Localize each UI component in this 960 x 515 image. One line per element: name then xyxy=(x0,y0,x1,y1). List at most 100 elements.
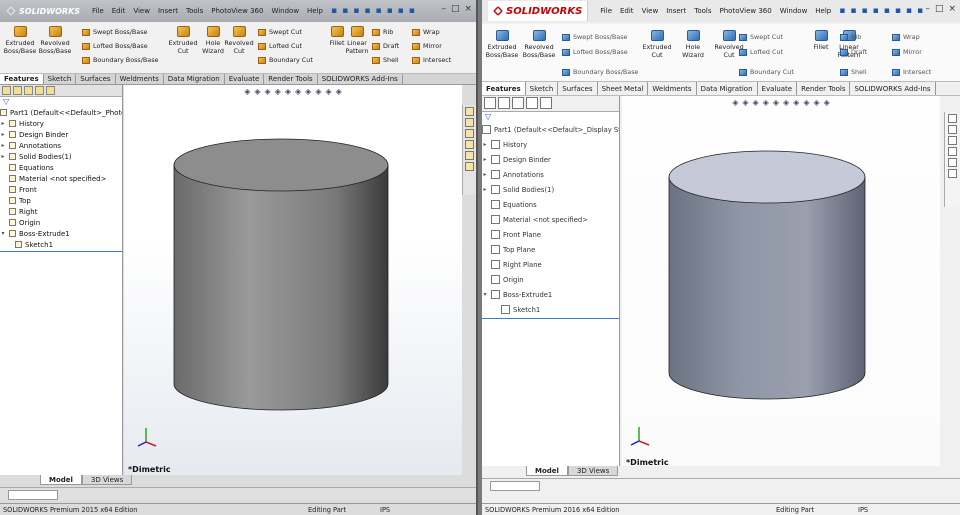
tab-evaluate[interactable]: Evaluate xyxy=(225,74,265,84)
tree-item-annotations[interactable]: ▸ Annotations xyxy=(0,140,122,151)
expand-icon[interactable]: ▸ xyxy=(0,120,6,127)
menu-help[interactable]: Help xyxy=(307,7,323,15)
ribbon-swept-boss-base-button[interactable]: Swept Boss/Base xyxy=(82,28,147,36)
ribbon-extruded-boss-base-button[interactable]: Extruded Boss/Base xyxy=(3,26,37,55)
file-explorer-icon[interactable] xyxy=(948,136,957,145)
tab-solidworks-add-ins[interactable]: SOLIDWORKS Add-Ins xyxy=(318,74,403,84)
ribbon-revolved-boss-base-button[interactable]: Revolved Boss/Base xyxy=(522,30,556,59)
tab-evaluate[interactable]: Evaluate xyxy=(758,82,798,95)
expand-icon[interactable]: ▸ xyxy=(482,186,488,193)
tree-item-front-plane[interactable]: Front Plane xyxy=(482,227,619,242)
dimxpert-icon[interactable] xyxy=(526,97,538,109)
menu-edit[interactable]: Edit xyxy=(620,7,634,15)
ribbon-extruded-cut-button[interactable]: Extruded Cut xyxy=(166,26,200,55)
custom-properties-icon[interactable] xyxy=(948,169,957,178)
select-icon[interactable]: ▪ xyxy=(895,6,901,16)
cylinder-top-face[interactable] xyxy=(173,138,389,192)
ribbon-linear-pattern-button[interactable]: Linear Pattern xyxy=(340,26,374,55)
tab-render-tools[interactable]: Render Tools xyxy=(797,82,851,95)
maximize-icon[interactable]: □ xyxy=(451,4,460,14)
tree-item-material[interactable]: Material <not specified> xyxy=(482,212,619,227)
appearances-icon[interactable] xyxy=(948,158,957,167)
tab-sketch[interactable]: Sketch xyxy=(526,82,559,95)
file-explorer-icon[interactable] xyxy=(465,129,474,138)
ribbon-mirror-button[interactable]: Mirror xyxy=(892,48,922,56)
rollback-bar[interactable] xyxy=(482,318,619,319)
ribbon-intersect-button[interactable]: Intersect xyxy=(412,56,451,64)
rollback-bar[interactable] xyxy=(0,251,122,252)
ribbon-lofted-cut-button[interactable]: Lofted Cut xyxy=(739,48,783,56)
tab-sheet-metal[interactable]: Sheet Metal xyxy=(598,82,649,95)
ribbon-extruded-cut-button[interactable]: Extruded Cut xyxy=(640,30,674,59)
filter-icon[interactable]: ▽ xyxy=(482,112,619,122)
open-icon[interactable]: ▪ xyxy=(850,6,856,16)
tab-render-tools[interactable]: Render Tools xyxy=(264,74,318,84)
dimxpert-icon[interactable] xyxy=(35,86,44,95)
new-icon[interactable]: ▪ xyxy=(331,6,337,16)
tab-weldments[interactable]: Weldments xyxy=(116,74,164,84)
options-icon[interactable]: ▪ xyxy=(917,6,923,16)
design-library-icon[interactable] xyxy=(465,118,474,127)
menu-photoview-360[interactable]: PhotoView 360 xyxy=(720,7,772,15)
menu-insert[interactable]: Insert xyxy=(158,7,178,15)
tree-item-design-binder[interactable]: ▸ Design Binder xyxy=(0,129,122,140)
ribbon-swept-boss-base-button[interactable]: Swept Boss/Base xyxy=(562,33,627,41)
close-icon[interactable]: × xyxy=(948,4,956,14)
tree-item-boss-extrude1[interactable]: ▾ Boss-Extrude1 xyxy=(0,228,122,239)
menu-view[interactable]: View xyxy=(642,7,659,15)
solidworks-logo[interactable]: SOLIDWORKS xyxy=(488,1,589,21)
print-icon[interactable]: ▪ xyxy=(364,6,370,16)
ribbon-lofted-boss-base-button[interactable]: Lofted Boss/Base xyxy=(562,48,628,56)
minimize-icon[interactable]: – xyxy=(925,4,930,14)
cylinder-model[interactable] xyxy=(124,85,462,475)
menu-window[interactable]: Window xyxy=(271,7,299,15)
expand-icon[interactable]: ▸ xyxy=(0,142,6,149)
tab-3d-views[interactable]: 3D Views xyxy=(567,466,619,476)
ribbon-boundary-cut-button[interactable]: Boundary Cut xyxy=(258,56,313,64)
menu-file[interactable]: File xyxy=(92,7,104,15)
tree-item-sketch1[interactable]: Sketch1 xyxy=(482,302,619,317)
tree-item-sketch1[interactable]: Sketch1 xyxy=(0,239,122,250)
property-manager-icon[interactable] xyxy=(498,97,510,109)
expand-icon[interactable]: ▸ xyxy=(482,171,488,178)
menu-help[interactable]: Help xyxy=(815,7,831,15)
ribbon-swept-cut-button[interactable]: Swept Cut xyxy=(739,33,783,41)
cylinder-model[interactable] xyxy=(622,96,940,466)
tree-item-design-binder[interactable]: ▸ Design Binder xyxy=(482,152,619,167)
tree-item-equations[interactable]: Equations xyxy=(0,162,122,173)
tab-data-migration[interactable]: Data Migration xyxy=(697,82,758,95)
tree-item-material[interactable]: Material <not specified> xyxy=(0,173,122,184)
tree-item-solid-bodies[interactable]: ▸ Solid Bodies(1) xyxy=(0,151,122,162)
tree-item-boss-extrude1[interactable]: ▾ Boss-Extrude1 xyxy=(482,287,619,302)
tree-item-solid-bodies[interactable]: ▸ Solid Bodies(1) xyxy=(482,182,619,197)
tree-item-top-plane[interactable]: Top Plane xyxy=(482,242,619,257)
save-icon[interactable]: ▪ xyxy=(861,6,867,16)
feature-tree-icon[interactable] xyxy=(484,97,496,109)
tab-surfaces[interactable]: Surfaces xyxy=(558,82,598,95)
menu-insert[interactable]: Insert xyxy=(666,7,686,15)
tree-item-part-root[interactable]: Part1 (Default<<Default>_Photo xyxy=(0,107,122,118)
feature-tree-icon[interactable] xyxy=(2,86,11,95)
ribbon-wrap-button[interactable]: Wrap xyxy=(412,28,440,36)
tree-item-history[interactable]: ▸ History xyxy=(0,118,122,129)
ribbon-mirror-button[interactable]: Mirror xyxy=(412,42,442,50)
tab-model[interactable]: Model xyxy=(526,466,568,476)
ribbon-revolved-boss-base-button[interactable]: Revolved Boss/Base xyxy=(38,26,72,55)
tree-item-top-plane[interactable]: Top xyxy=(0,195,122,206)
menu-tools[interactable]: Tools xyxy=(186,7,203,15)
status-units[interactable]: IPS xyxy=(858,506,868,514)
tree-item-part-root[interactable]: Part1 (Default<<Default>_Display St xyxy=(482,122,619,137)
ribbon-lofted-cut-button[interactable]: Lofted Cut xyxy=(258,42,302,50)
tree-item-origin[interactable]: Origin xyxy=(0,217,122,228)
open-icon[interactable]: ▪ xyxy=(342,6,348,16)
tab-sketch[interactable]: Sketch xyxy=(44,74,77,84)
tree-item-history[interactable]: ▸ History xyxy=(482,137,619,152)
property-manager-icon[interactable] xyxy=(13,86,22,95)
ribbon-extruded-boss-base-button[interactable]: Extruded Boss/Base xyxy=(485,30,519,59)
configuration-icon[interactable] xyxy=(24,86,33,95)
configuration-icon[interactable] xyxy=(512,97,524,109)
ribbon-intersect-button[interactable]: Intersect xyxy=(892,68,931,76)
tab-features[interactable]: Features xyxy=(482,82,526,95)
ribbon-draft-button[interactable]: Draft xyxy=(840,48,867,56)
ribbon-revolved-cut-button[interactable]: Revolved Cut xyxy=(222,26,256,55)
